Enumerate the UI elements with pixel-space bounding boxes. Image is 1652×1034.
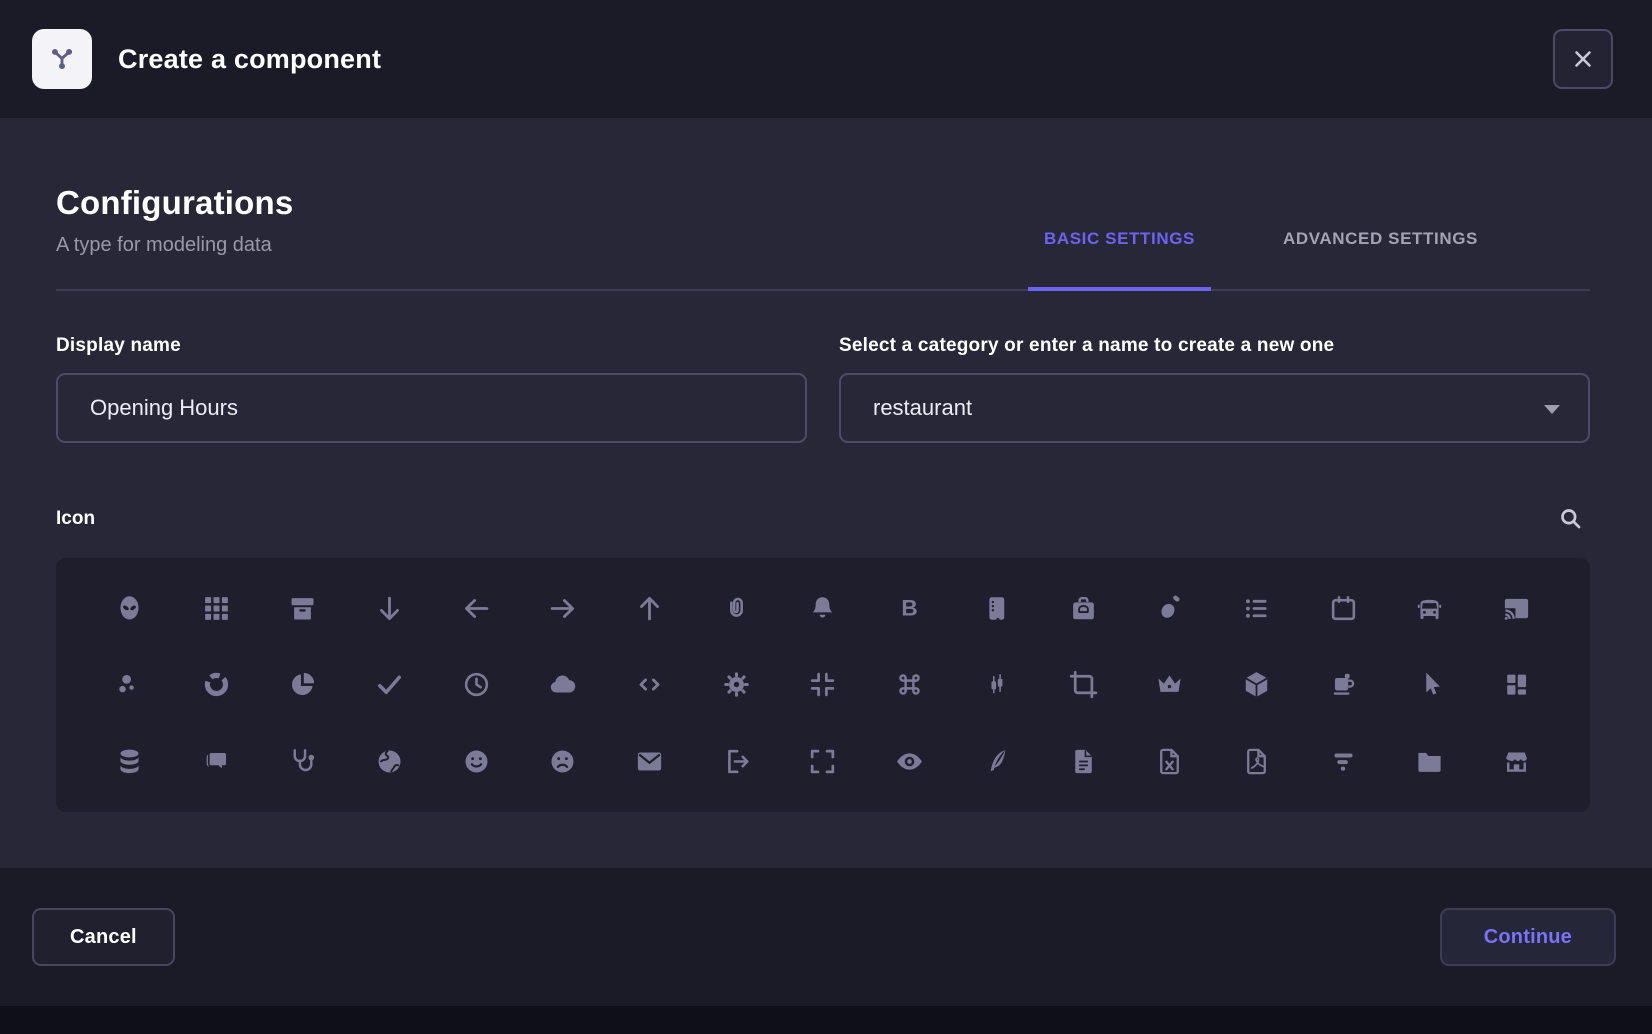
clock-icon[interactable] bbox=[452, 661, 500, 709]
arrow-left-icon[interactable] bbox=[452, 584, 500, 632]
bold-icon[interactable]: B bbox=[886, 584, 934, 632]
cancel-button[interactable]: Cancel bbox=[32, 908, 175, 966]
crop-icon[interactable] bbox=[1059, 661, 1107, 709]
page-title: Configurations bbox=[56, 184, 293, 222]
crown-icon[interactable] bbox=[1146, 661, 1194, 709]
arrow-right-icon[interactable] bbox=[539, 584, 587, 632]
database-icon[interactable] bbox=[105, 738, 153, 786]
icon-grid: B bbox=[56, 558, 1590, 812]
address-book-icon[interactable] bbox=[972, 584, 1020, 632]
display-name-label: Display name bbox=[56, 335, 807, 357]
cog-icon[interactable] bbox=[712, 661, 760, 709]
category-field-group: Select a category or enter a name to cre… bbox=[839, 335, 1590, 443]
icon-section-label: Icon bbox=[56, 508, 95, 530]
command-icon[interactable] bbox=[886, 661, 934, 709]
cube-icon[interactable] bbox=[1233, 661, 1281, 709]
display-name-field-group: Display name bbox=[56, 335, 807, 443]
page-subtitle: A type for modeling data bbox=[56, 234, 293, 257]
component-icon bbox=[32, 29, 92, 89]
earth-icon[interactable] bbox=[365, 738, 413, 786]
settings-tabs: BASIC SETTINGS ADVANCED SETTINGS bbox=[1028, 229, 1494, 289]
chart-bubble-icon[interactable] bbox=[105, 661, 153, 709]
comment-icon[interactable] bbox=[192, 738, 240, 786]
car-icon[interactable] bbox=[1406, 584, 1454, 632]
continue-button[interactable]: Continue bbox=[1440, 908, 1616, 966]
display-name-input[interactable] bbox=[56, 373, 807, 443]
bottom-strip bbox=[0, 1006, 1652, 1034]
modal-header: Create a component bbox=[0, 0, 1652, 118]
modal-footer: Cancel Continue bbox=[0, 868, 1652, 1006]
eye-icon[interactable] bbox=[886, 738, 934, 786]
archive-icon[interactable] bbox=[279, 584, 327, 632]
check-icon[interactable] bbox=[365, 661, 413, 709]
folder-icon[interactable] bbox=[1406, 738, 1454, 786]
tab-advanced-settings[interactable]: ADVANCED SETTINGS bbox=[1267, 229, 1494, 291]
chart-donut-icon[interactable] bbox=[192, 661, 240, 709]
tab-basic-settings[interactable]: BASIC SETTINGS bbox=[1028, 229, 1211, 291]
bell-icon[interactable] bbox=[799, 584, 847, 632]
icon-search-button[interactable] bbox=[1557, 505, 1584, 532]
modal-body: Configurations A type for modeling data … bbox=[0, 118, 1652, 868]
feather-icon[interactable] bbox=[972, 738, 1020, 786]
alien-icon[interactable] bbox=[105, 584, 153, 632]
category-select[interactable]: restaurant bbox=[839, 373, 1590, 443]
code-icon[interactable] bbox=[626, 661, 674, 709]
shop-icon[interactable] bbox=[1493, 738, 1541, 786]
svg-text:B: B bbox=[902, 596, 918, 621]
arrow-down-icon[interactable] bbox=[365, 584, 413, 632]
briefcase-icon[interactable] bbox=[1059, 584, 1107, 632]
coffee-cup-icon[interactable] bbox=[1319, 661, 1367, 709]
cursor-icon[interactable] bbox=[1406, 661, 1454, 709]
attachment-icon[interactable] bbox=[712, 584, 760, 632]
file-pdf-icon[interactable] bbox=[1233, 738, 1281, 786]
dashboard-icon[interactable] bbox=[1493, 661, 1541, 709]
category-value: restaurant bbox=[873, 395, 972, 421]
file-text-icon[interactable] bbox=[1059, 738, 1107, 786]
chart-candle-icon[interactable] bbox=[972, 661, 1020, 709]
close-icon bbox=[1570, 46, 1596, 72]
collapse-icon[interactable] bbox=[799, 661, 847, 709]
stethoscope-icon[interactable] bbox=[279, 738, 327, 786]
arrow-up-icon[interactable] bbox=[626, 584, 674, 632]
calendar-icon[interactable] bbox=[1319, 584, 1367, 632]
cast-icon[interactable] bbox=[1493, 584, 1541, 632]
paint-brush-icon[interactable] bbox=[1146, 584, 1194, 632]
bullet-list-icon[interactable] bbox=[1233, 584, 1281, 632]
chevron-down-icon bbox=[1544, 405, 1560, 414]
emoji-sad-icon[interactable] bbox=[539, 738, 587, 786]
modal-title: Create a component bbox=[118, 44, 381, 75]
search-icon bbox=[1557, 505, 1584, 532]
chart-pie-icon[interactable] bbox=[279, 661, 327, 709]
close-button[interactable] bbox=[1553, 29, 1613, 89]
filter-icon[interactable] bbox=[1319, 738, 1367, 786]
file-excel-icon[interactable] bbox=[1146, 738, 1194, 786]
envelope-icon[interactable] bbox=[626, 738, 674, 786]
exit-icon[interactable] bbox=[712, 738, 760, 786]
emoji-happy-icon[interactable] bbox=[452, 738, 500, 786]
category-label: Select a category or enter a name to cre… bbox=[839, 335, 1590, 357]
expand-icon[interactable] bbox=[799, 738, 847, 786]
cloud-icon[interactable] bbox=[539, 661, 587, 709]
apps-grid-icon[interactable] bbox=[192, 584, 240, 632]
